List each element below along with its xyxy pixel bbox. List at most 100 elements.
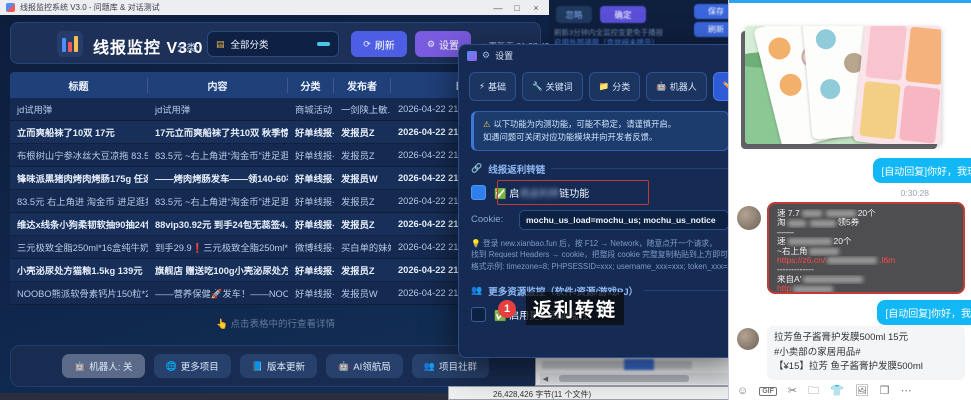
cookie-help-text: 💡 登录 new.xianbao.fun 后，按 F12 → Network，随… bbox=[471, 238, 729, 273]
sticker-sheet-grid bbox=[853, 26, 941, 144]
app-icon bbox=[6, 3, 15, 12]
footer-button[interactable]: 🌐更多项目 bbox=[154, 354, 231, 378]
bg-confirm-button[interactable]: 确定 bbox=[600, 6, 646, 23]
avatar bbox=[737, 206, 761, 230]
window-icon[interactable]: ❐ bbox=[880, 386, 890, 397]
scrollbar-thumb[interactable] bbox=[559, 375, 689, 382]
category-value: 全部分类 bbox=[231, 37, 311, 51]
tab-机器人[interactable]: 🤖机器人 bbox=[646, 72, 707, 101]
button-icon: 🤖 bbox=[338, 361, 349, 372]
red-link[interactable]: .l6m bbox=[879, 256, 895, 265]
table-cell: 好单线报-... bbox=[288, 148, 334, 162]
table-cell: 买白单的妹妹 bbox=[334, 240, 391, 254]
censored-block bbox=[788, 220, 806, 227]
image-icon[interactable]: 🖼 bbox=[855, 386, 869, 397]
table-cell: 83.5元 ~右上角进“淘金币”进足逛... bbox=[148, 194, 288, 208]
button-icon: 👥 bbox=[424, 361, 435, 372]
bg-ignore-button[interactable]: 忽略 bbox=[556, 6, 592, 23]
column-header-content: 内容 bbox=[148, 78, 288, 93]
table-cell: 发报员Z bbox=[334, 125, 391, 139]
annotation-badge: 1 bbox=[498, 300, 516, 318]
column-header-publisher: 发布者 bbox=[334, 78, 391, 93]
table-cell: 到手29.9❗三元极致全脂250ml*16... bbox=[148, 240, 288, 254]
table-cell: 旗舰店 赠送吃100g小壳泌尿处方猫粮... bbox=[148, 263, 288, 277]
dialog-app-icon bbox=[467, 51, 477, 61]
table-cell: 83.5元 右上角进 淘金币 进足逛抢 有... bbox=[10, 194, 148, 208]
cookie-label: Cookie: bbox=[471, 214, 511, 225]
file-explorer-statusbar: 26,428,426 字节(11 个文件) bbox=[448, 386, 742, 400]
table-cell: 好单线报-... bbox=[288, 125, 334, 139]
beta-warning: ⚠以下功能为内测功能，可能不稳定，请谨慎开启。 如遇问题可关闭对应功能模块并向开… bbox=[471, 111, 729, 151]
maximize-icon[interactable]: □ bbox=[510, 3, 524, 13]
censored-block bbox=[793, 286, 833, 293]
table-cell: 好单线报-... bbox=[288, 217, 334, 231]
product-image[interactable] bbox=[745, 26, 941, 144]
chat-window: [自动回复]你好，我现 0:30:28 速 7.720个淘领5券——速20个~右… bbox=[728, 0, 971, 400]
dropdown-indicator-icon bbox=[317, 42, 330, 46]
censored-block bbox=[803, 276, 863, 283]
table-cell: 88vip30.92元 到手24包无蕊签4.48... bbox=[148, 217, 288, 231]
resources-checkbox[interactable] bbox=[471, 307, 486, 322]
table-cell: 17元立而爽船袜了共10双 秋季惊后石... bbox=[148, 125, 288, 139]
close-icon[interactable]: × bbox=[529, 3, 543, 13]
link-icon: 🔗 bbox=[471, 163, 482, 174]
annotation-rebate: 1 返利转链 bbox=[498, 292, 624, 325]
tab-分类[interactable]: 📁分类 bbox=[589, 72, 641, 101]
footer-button[interactable]: 📘版本更新 bbox=[240, 354, 317, 378]
table-cell: 好单线报-... bbox=[288, 263, 334, 277]
table-cell: 立而爽船袜了10双 17元 bbox=[10, 125, 148, 139]
gif-icon[interactable]: GIF bbox=[759, 387, 777, 396]
red-link[interactable]: http bbox=[777, 284, 791, 293]
list-icon: ▤ bbox=[216, 39, 225, 50]
censored-block bbox=[827, 257, 877, 264]
cookie-input[interactable] bbox=[519, 210, 729, 230]
explorer-blue-tab[interactable] bbox=[624, 359, 654, 370]
table-cell: 布根树山宁参冰丝大豆凉拖 83.5元 bbox=[10, 148, 148, 162]
file-explorer-strip: ◀ ▶ bbox=[535, 357, 742, 386]
table-cell: 锋味派黑猪肉烤肉烤肠175g 任选5件... bbox=[10, 171, 148, 185]
table-cell: 好单线报-... bbox=[288, 194, 334, 208]
minimize-icon[interactable]: — bbox=[491, 3, 505, 13]
tab-关键词[interactable]: 🔧关键词 bbox=[522, 72, 583, 101]
table-cell: 发报员Z bbox=[334, 217, 391, 231]
folder-icon[interactable]: 🗀 bbox=[808, 386, 819, 397]
scroll-left-icon[interactable]: ◀ bbox=[540, 375, 551, 383]
refresh-button[interactable]: ⟳ 刷新 bbox=[351, 31, 407, 57]
table-cell: 83.5元 ~右上角进“淘金币”进足逛... bbox=[148, 148, 288, 162]
app-logo bbox=[57, 31, 83, 57]
table-cell: 微博线报-... bbox=[288, 240, 334, 254]
category-dropdown[interactable]: ▤ 全部分类 bbox=[207, 31, 339, 57]
screenshot-root: 忽略 确定 保存 刷新 刷新3分钟内全监控变更免于播报 启用外部调用（音效阀未提… bbox=[0, 0, 971, 400]
censored-text: 用返利转 bbox=[519, 189, 559, 200]
annotation-label: 返利转链 bbox=[526, 292, 624, 325]
table-cell: 小壳泌尿处方猫粮1.5kg 139元 bbox=[10, 263, 148, 277]
table-cell: ——营养保健🚀发车！——NOOBO ... bbox=[148, 286, 288, 300]
deal-message-bubble: 拉芳鱼子酱膏护发膜500ml 15元#小卖部の家居用品#【¥15】拉芳 鱼子酱膏… bbox=[767, 326, 965, 380]
table-cell: NOOBO熊派软骨素钙片150粒*2瓶3... bbox=[10, 286, 148, 300]
rebate-checkbox[interactable] bbox=[471, 185, 486, 200]
horizontal-scrollbar[interactable]: ◀ ▶ bbox=[540, 373, 737, 384]
censored-block bbox=[809, 248, 839, 255]
avatar bbox=[737, 328, 759, 350]
table-cell: 发报员Z bbox=[334, 194, 391, 208]
tab-基础[interactable]: ⚡基础 bbox=[469, 72, 516, 101]
table-cell: 发报员Z bbox=[334, 148, 391, 162]
dialog-titlebar: ⚙ 设置 bbox=[459, 45, 741, 66]
censored-message-bubble: 速 7.720个淘领5券——速20个~右上角https://z6.cn/.l6m… bbox=[767, 202, 965, 294]
dialog-tabs: ⚡基础🔧关键词📁分类🤖机器人✏️内测 bbox=[469, 72, 731, 101]
chat-toolbar: ☺ GIF ✂ 🗀 👕 🖼 ❐ ⋯ bbox=[737, 383, 912, 399]
red-link[interactable]: https://z6.cn/ bbox=[777, 256, 825, 265]
footer-button[interactable]: 🤖机器人: 关 bbox=[62, 354, 145, 378]
smiley-icon[interactable]: ☺ bbox=[737, 386, 748, 397]
warning-icon: ⚠ bbox=[483, 119, 490, 129]
button-icon: 🤖 bbox=[74, 361, 85, 372]
scissors-icon[interactable]: ✂ bbox=[788, 386, 797, 397]
footer-button[interactable]: 🤖AI领航局 bbox=[326, 354, 403, 378]
column-header-category: 分类 bbox=[288, 78, 334, 93]
table-cell: ——烤肉烤肠发车——领140-60补... bbox=[148, 171, 288, 185]
more-icon[interactable]: ⋯ bbox=[901, 386, 912, 397]
table-cell: 发报员Z bbox=[334, 263, 391, 277]
users-icon: 👥 bbox=[471, 285, 482, 296]
status-text: 26,428,426 字节(11 个文件) bbox=[493, 389, 591, 400]
shirt-icon[interactable]: 👕 bbox=[830, 386, 844, 397]
